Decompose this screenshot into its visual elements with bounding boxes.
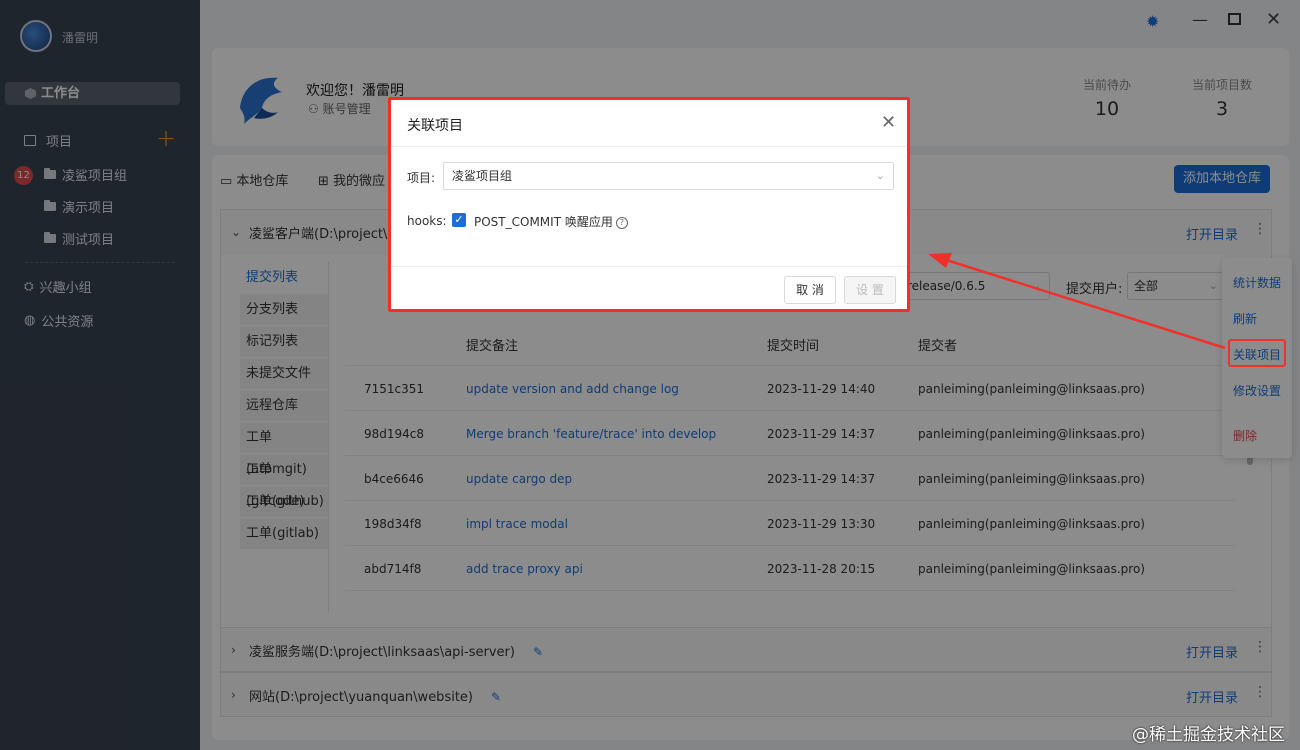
help-icon[interactable]: ? [615,216,628,229]
project-select[interactable]: 凌鲨项目组 ⌄ [443,162,894,190]
link-project-dialog: 关联项目 ✕ 项目: 凌鲨项目组 ⌄ hooks: ✓ POST_COMMIT 唤… [388,97,910,312]
watermark-text: @稀土掘金技术社区 [1132,725,1285,745]
post-commit-option: POST_COMMIT 唤醒应用? [474,213,628,230]
chevron-down-icon: ⌄ [875,169,885,182]
dialog-footer-divider [391,266,907,267]
dialog-header-divider [391,146,907,147]
hooks-field-label: hooks: [407,214,447,228]
cancel-button[interactable]: 取 消 [784,276,836,304]
post-commit-option-label: POST_COMMIT 唤醒应用 [474,215,613,229]
confirm-button[interactable]: 设 置 [844,276,896,304]
highlight-box [1228,339,1286,367]
post-commit-checkbox[interactable]: ✓ [452,213,466,227]
project-field-label: 项目: [407,171,436,185]
close-icon[interactable]: ✕ [881,112,896,133]
annotation-arrow-icon [928,253,1226,350]
dialog-title: 关联项目 [407,118,463,134]
project-select-value: 凌鲨项目组 [452,169,513,183]
